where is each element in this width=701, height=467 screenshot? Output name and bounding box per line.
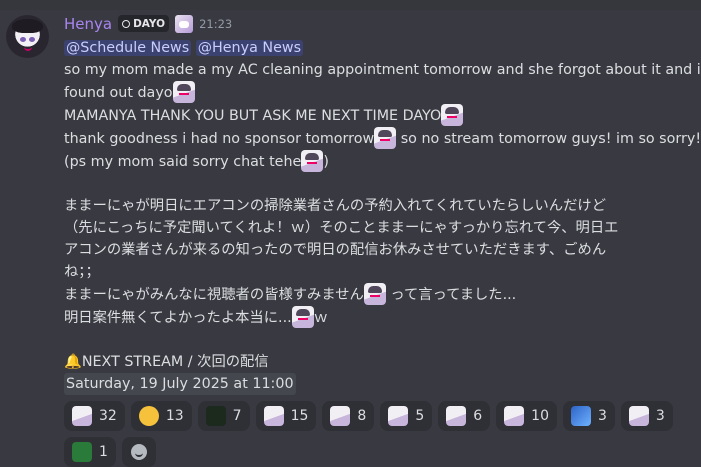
next-stream-line: 🔔NEXT STREAM / 次回の配信 bbox=[64, 351, 693, 373]
line-text: (ps my mom said sorry chat tehe bbox=[64, 154, 302, 170]
reaction-button[interactable]: 7 bbox=[197, 401, 250, 431]
username[interactable]: Henya bbox=[64, 15, 112, 33]
frog-emote-icon bbox=[72, 442, 92, 462]
henya-emote-icon bbox=[263, 406, 284, 426]
add-reaction-button[interactable] bbox=[121, 437, 156, 467]
reaction-count: 7 bbox=[232, 408, 242, 424]
reaction-button[interactable]: 3 bbox=[620, 401, 673, 431]
message-line: so my mom made a my AC cleaning appointm… bbox=[64, 62, 701, 78]
chat-message: Henya DAYO 21:23 @Schedule News @Henya N… bbox=[0, 10, 701, 467]
reaction-count: 32 bbox=[99, 408, 117, 424]
reactions-bar: 32 13 7 15 8 5 6 10 3 3 1 bbox=[64, 401, 674, 467]
line-text: ままーにゃがみんなに視聴者の皆様すみません bbox=[64, 287, 364, 303]
role-icon[interactable] bbox=[175, 14, 194, 33]
reaction-count: 3 bbox=[655, 408, 665, 424]
reaction-button[interactable]: 3 bbox=[563, 401, 615, 431]
reaction-button[interactable]: 10 bbox=[496, 401, 557, 431]
salute-face-icon bbox=[138, 406, 159, 426]
reaction-count: 5 bbox=[415, 408, 425, 424]
mention-schedule-news[interactable]: @Schedule News bbox=[64, 40, 192, 56]
dark-emote-icon bbox=[205, 406, 226, 426]
message-line: MAMANYA THANK YOU BUT ASK ME NEXT TIME D… bbox=[64, 104, 693, 127]
message-line-jp: ままーにゃがみんなに視聴者の皆様すみません って言ってました... bbox=[64, 283, 693, 306]
date-line: Saturday, 19 July 2025 at 11:00 bbox=[64, 373, 693, 395]
blue-emote-icon bbox=[571, 406, 591, 426]
reaction-count: 13 bbox=[165, 408, 184, 424]
message-header: Henya DAYO 21:23 bbox=[64, 10, 693, 37]
scheduled-time[interactable]: Saturday, 19 July 2025 at 11:00 bbox=[64, 373, 296, 395]
henya-emote-icon bbox=[72, 406, 92, 426]
henya-emote-icon bbox=[628, 406, 649, 426]
bell-icon: 🔔 bbox=[64, 354, 82, 370]
henya-emote-icon bbox=[446, 406, 467, 426]
tag-ring-icon bbox=[122, 19, 131, 28]
reaction-button[interactable]: 15 bbox=[255, 401, 317, 431]
reaction-count: 6 bbox=[473, 408, 483, 424]
line-text: ) bbox=[323, 154, 329, 170]
message-timestamp[interactable]: 21:23 bbox=[199, 17, 232, 31]
henya-emote-icon bbox=[388, 406, 409, 426]
line-text: found out dayo bbox=[64, 85, 173, 101]
avatar[interactable] bbox=[6, 15, 49, 58]
message-line: thank goodness i had no sponsor tomorrow… bbox=[64, 127, 701, 150]
message-line-jp: ね；； bbox=[64, 264, 100, 280]
message-line: found out dayo bbox=[64, 81, 693, 104]
line-text: so no stream tomorrow guys! im so sorry! bbox=[396, 131, 701, 147]
reaction-count: 8 bbox=[357, 408, 367, 424]
avatar-mouth bbox=[24, 46, 32, 51]
henya-emote-icon bbox=[330, 406, 351, 426]
reaction-button[interactable]: 8 bbox=[322, 401, 375, 431]
custom-emoji-icon[interactable] bbox=[374, 127, 397, 149]
message-line: (ps my mom said sorry chat tehe) bbox=[64, 150, 693, 173]
message-line-jp: 明日案件無くてよかったよ本当に... ｗ bbox=[64, 306, 693, 329]
mention-henya-news[interactable]: @Henya News bbox=[195, 40, 304, 56]
add-reaction-icon bbox=[130, 444, 147, 460]
reaction-button[interactable]: 1 bbox=[64, 437, 116, 467]
avatar-eye bbox=[29, 37, 35, 42]
message-line-jp: ままーにゃが明日にエアコンの掃除業者さんの予約入れてくれていたらしいんだけど bbox=[64, 198, 606, 214]
server-tag[interactable]: DAYO bbox=[118, 15, 170, 32]
reaction-count: 10 bbox=[531, 408, 549, 424]
line-text: って言ってました... bbox=[385, 287, 517, 303]
message-line-jp: （先にこっちに予定聞いてくれよ！ｗ）そのことままーにゃすっかり忘れて今、明日エ bbox=[64, 220, 619, 236]
avatar-hair bbox=[12, 19, 43, 33]
custom-emoji-icon[interactable] bbox=[172, 81, 195, 103]
line-text: 明日案件無くてよかったよ本当に... bbox=[64, 310, 292, 326]
server-tag-label: DAYO bbox=[133, 17, 166, 30]
line-text: MAMANYA THANK YOU BUT ASK ME NEXT TIME D… bbox=[64, 108, 442, 124]
line-text: thank goodness i had no sponsor tomorrow bbox=[64, 131, 375, 147]
mentions-line: @Schedule News @Henya News bbox=[64, 37, 693, 59]
henya-emote-icon bbox=[504, 406, 525, 426]
custom-emoji-icon[interactable] bbox=[441, 104, 464, 126]
next-stream-label: NEXT STREAM / 次回の配信 bbox=[81, 354, 269, 370]
line-text: ｗ bbox=[313, 310, 328, 326]
reaction-count: 15 bbox=[290, 408, 309, 424]
custom-emoji-icon[interactable] bbox=[301, 150, 324, 172]
reaction-button[interactable]: 32 bbox=[64, 401, 125, 431]
custom-emoji-icon[interactable] bbox=[291, 306, 314, 328]
reaction-count: 3 bbox=[598, 408, 607, 424]
reaction-button[interactable]: 13 bbox=[130, 401, 192, 431]
reaction-button[interactable]: 6 bbox=[438, 401, 491, 431]
message-content: Henya DAYO 21:23 @Schedule News @Henya N… bbox=[64, 10, 701, 467]
message-line-jp: アコンの業者さんが来るの知ったので明日の配信お休みさせていただきます、ごめん bbox=[64, 242, 607, 258]
previous-message-strip bbox=[0, 0, 701, 10]
reaction-button[interactable]: 5 bbox=[380, 401, 433, 431]
avatar-eye bbox=[20, 37, 26, 42]
reaction-count: 1 bbox=[99, 444, 108, 460]
custom-emoji-icon[interactable] bbox=[363, 283, 386, 305]
